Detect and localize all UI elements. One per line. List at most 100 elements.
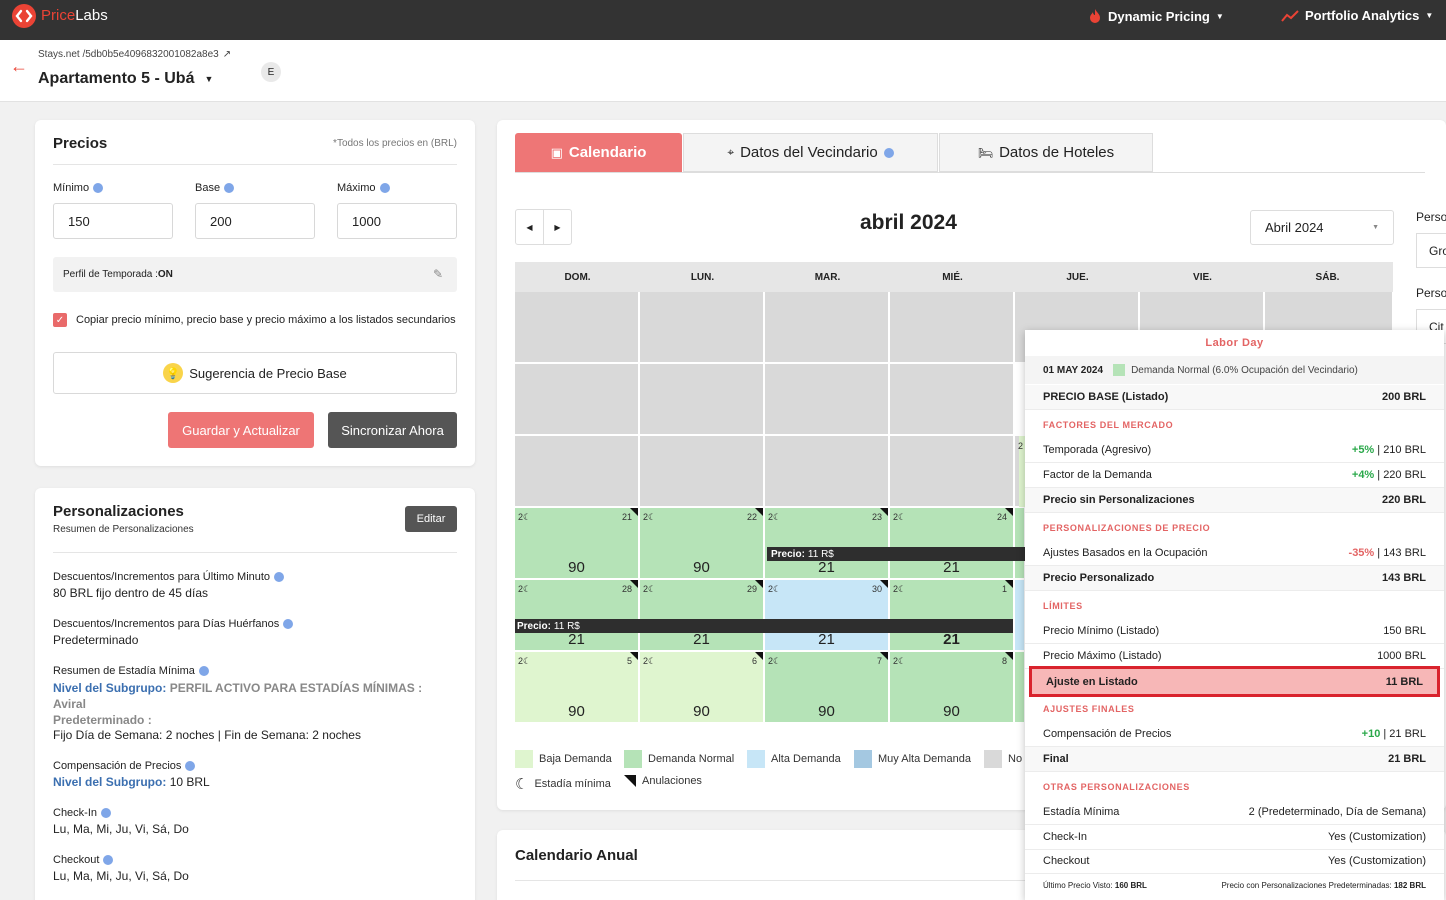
calendar-day-cell[interactable]: 2☾ 21 90 xyxy=(515,508,639,579)
calendar-day-cell[interactable] xyxy=(1015,580,1025,651)
sync-now-button[interactable]: Sincronizar Ahora xyxy=(328,412,457,448)
calendar-day-cell[interactable]: 2☾ 28 21 xyxy=(515,580,639,651)
calendar-day-cell[interactable] xyxy=(1015,508,1025,579)
copy-prices-checkbox-row[interactable]: ✓ Copiar precio mínimo, precio base y pr… xyxy=(53,313,456,327)
dynamic-pricing-label: Dynamic Pricing xyxy=(1108,8,1210,24)
info-icon[interactable] xyxy=(283,619,294,629)
pricelabs-logo-icon[interactable] xyxy=(12,4,36,28)
divider xyxy=(53,552,457,553)
save-update-button[interactable]: Guardar y Actualizar xyxy=(168,412,314,448)
calendar-day-cell[interactable]: 2☾ 22 90 xyxy=(640,508,764,579)
calendar-day-cell[interactable]: 2☾ 7 90 xyxy=(765,652,889,723)
min-stay-count: 2 xyxy=(1018,441,1024,451)
bed-icon: 🛏 xyxy=(977,145,994,160)
checkbox-checked-icon[interactable]: ✓ xyxy=(53,313,67,327)
external-link-icon[interactable]: ↗ xyxy=(223,49,231,60)
calendar-day-cell[interactable] xyxy=(640,436,764,507)
edit-pencil-icon[interactable]: ✎ xyxy=(433,267,443,281)
calendar-day-cell[interactable]: 2☾ 8 90 xyxy=(890,652,1014,723)
listing-badge: E xyxy=(261,62,281,82)
portfolio-analytics-menu[interactable]: Portfolio Analytics ▼ xyxy=(1281,8,1433,23)
cancellation-corner-icon xyxy=(630,508,638,516)
calendar-day-cell[interactable] xyxy=(890,364,1014,435)
weekday-sat: SÁB. xyxy=(1315,271,1340,283)
orphan-days-value: Predeterminado xyxy=(53,633,139,647)
calendar-day-cell[interactable] xyxy=(890,436,1014,507)
calendar-day-cell[interactable]: 2☾ 5 90 xyxy=(515,652,639,723)
info-icon[interactable] xyxy=(274,572,285,582)
calendar-day-cell[interactable] xyxy=(1015,652,1025,723)
base-price-input[interactable]: 200 xyxy=(195,203,315,239)
info-icon[interactable] xyxy=(224,183,235,193)
caret-down-icon: ▼ xyxy=(1372,224,1379,231)
tab-hotels[interactable]: 🛏 Datos de Hoteles xyxy=(939,133,1153,172)
calendar-day-cell[interactable]: 2☾ 29 21 xyxy=(640,580,764,651)
info-icon[interactable] xyxy=(185,761,196,771)
price-tooltip: Precio: 11 R$ xyxy=(515,619,1013,633)
checkin-title: Check-In xyxy=(53,807,112,819)
back-arrow-icon[interactable]: ← xyxy=(10,56,28,77)
breadcrumb[interactable]: Stays.net /5db0b5e4096832001082a8e3 ↗ xyxy=(38,49,231,60)
calendar-day-cell[interactable] xyxy=(515,436,639,507)
listing-selector[interactable]: Apartamento 5 - Ubá ▼ xyxy=(38,70,213,88)
month-select[interactable]: Abril 2024 ▼ xyxy=(1250,210,1394,245)
checkin-value: Lu, Ma, Mi, Ju, Vi, Sá, Do xyxy=(53,822,189,836)
tab-neighborhood[interactable]: ⌖ Datos del Vecindario xyxy=(683,133,938,172)
price-compensation-row: Compensación de Precios +10 | 21 BRL xyxy=(1025,722,1444,747)
listing-header: ← Stays.net /5db0b5e4096832001082a8e3 ↗ … xyxy=(0,40,1446,102)
info-icon[interactable] xyxy=(198,666,209,676)
calendar-day-cell[interactable]: 2☾ 1 21 xyxy=(890,580,1014,651)
calendar-day-cell[interactable]: 2☾ 30 21 xyxy=(765,580,889,651)
legend-low-demand: Baja Demanda xyxy=(515,750,612,768)
calendar-day-cell[interactable] xyxy=(515,292,639,363)
seasonal-row: Temporada (Agresivo) +5% | 210 BRL xyxy=(1025,438,1444,463)
weekday-sun: DOM. xyxy=(564,271,591,283)
prices-card: Precios *Todos los precios en (BRL) Míni… xyxy=(35,120,475,466)
side-input-1[interactable]: Gro xyxy=(1416,233,1446,268)
max-price-input[interactable]: 1000 xyxy=(337,203,457,239)
min-stay-count: 2☾ xyxy=(893,512,907,522)
info-icon[interactable] xyxy=(93,183,104,193)
calendar-day-cell[interactable]: 2☾ 24 21 xyxy=(890,508,1014,579)
edit-button[interactable]: Editar xyxy=(405,506,457,532)
checkout-value: Lu, Ma, Mi, Ju, Vi, Sá, Do xyxy=(53,869,189,883)
legend-very-high-demand: Muy Alta Demanda xyxy=(854,750,971,768)
annual-calendar-title: Calendario Anual xyxy=(515,847,638,864)
brand-name[interactable]: PriceLabs xyxy=(41,7,108,24)
calendar-day-cell[interactable] xyxy=(765,292,889,363)
info-icon[interactable] xyxy=(883,147,894,158)
weekday-header: DOM. LUN. MAR. MIÉ. JUE. VIE. SÁB. xyxy=(515,262,1393,292)
tab-calendar[interactable]: ▣ Calendario xyxy=(515,133,682,172)
last-minute-title: Descuentos/Incrementos para Último Minut… xyxy=(53,571,285,583)
calendar-day-cell[interactable] xyxy=(890,292,1014,363)
max-label: Máximo xyxy=(337,182,390,194)
min-stay-count: 2☾ xyxy=(643,512,657,522)
calendar-day-cell[interactable] xyxy=(765,364,889,435)
min-label: Mínimo xyxy=(53,182,104,194)
divider xyxy=(53,164,457,165)
min-stay-count: 2☾ xyxy=(768,656,782,666)
trend-chart-icon xyxy=(1281,9,1299,22)
holiday-name: Labor Day xyxy=(1205,337,1264,349)
info-icon[interactable] xyxy=(103,855,114,865)
calendar-day-cell[interactable] xyxy=(640,292,764,363)
calendar-day-cell[interactable] xyxy=(515,364,639,435)
info-icon[interactable] xyxy=(101,808,112,818)
base-price-suggestion-button[interactable]: 💡 Sugerencia de Precio Base xyxy=(53,352,457,394)
calendar-day-cell[interactable]: 2☾ 6 90 xyxy=(640,652,764,723)
calendar-day-cell[interactable]: 2 xyxy=(1015,436,1025,507)
copy-prices-label: Copiar precio mínimo, precio base y prec… xyxy=(76,314,456,326)
info-icon[interactable] xyxy=(379,183,390,193)
min-price-input[interactable]: 150 xyxy=(53,203,173,239)
calendar-day-cell[interactable]: 2☾ 23 21 xyxy=(765,508,889,579)
cancellation-corner-icon xyxy=(755,652,763,660)
min-stay-title: Resumen de Estadía Mínima xyxy=(53,665,209,677)
next-month-button[interactable]: ▶ xyxy=(544,210,571,244)
dynamic-pricing-menu[interactable]: Dynamic Pricing ▼ xyxy=(1088,8,1224,24)
calendar-day-cell[interactable] xyxy=(765,436,889,507)
customizations-subtitle: Resumen de Personalizaciones xyxy=(53,524,194,535)
listing-name: Apartamento 5 - Ubá xyxy=(38,70,195,87)
prev-month-button[interactable]: ◀ xyxy=(516,210,544,244)
section-price-customizations: PERSONALIZACIONES DE PRECIO xyxy=(1043,523,1211,533)
calendar-day-cell[interactable] xyxy=(640,364,764,435)
